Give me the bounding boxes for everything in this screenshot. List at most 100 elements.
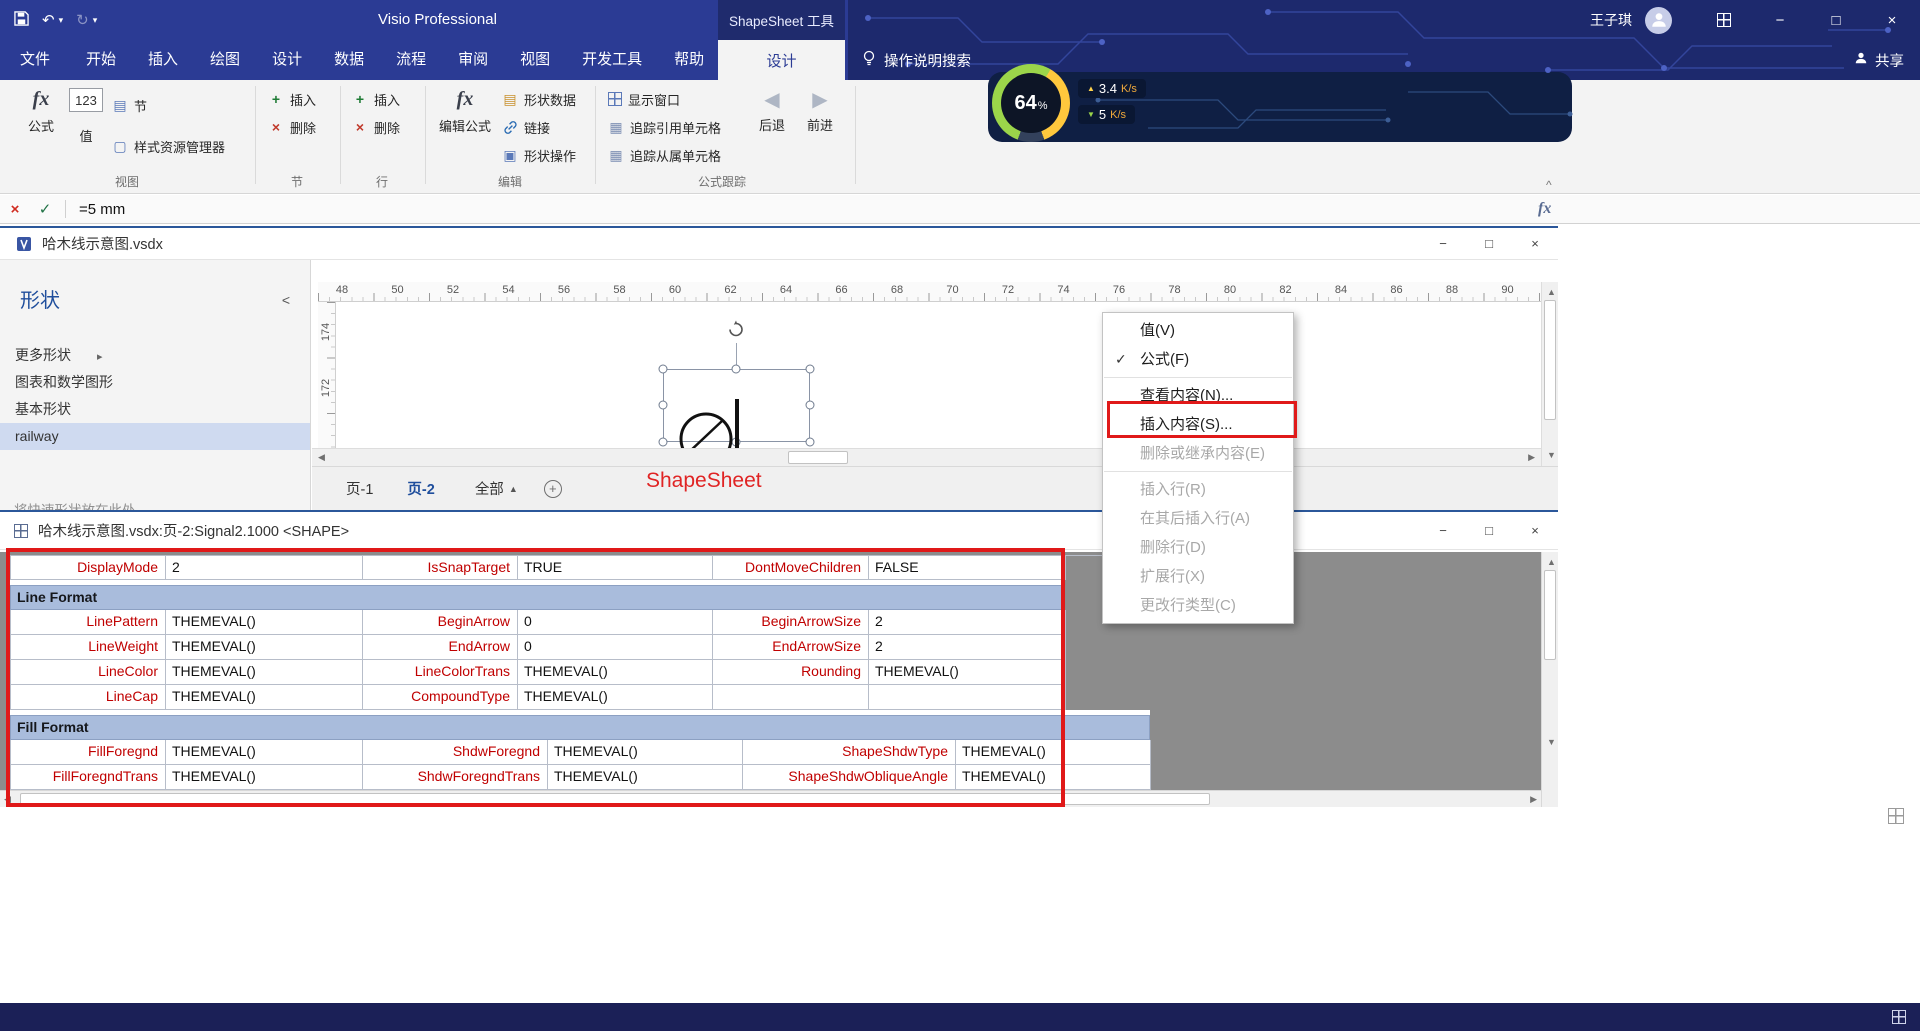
minimize-button[interactable]: − (1752, 0, 1808, 40)
accept-formula-icon[interactable]: ✓ (30, 200, 60, 218)
tab-shapesheet-design[interactable]: 设计 (718, 40, 845, 80)
switch-windows-icon[interactable] (1888, 808, 1904, 824)
shapesheet-cell-name[interactable]: LineWeight (11, 635, 166, 660)
show-window-button[interactable]: 显示窗口 (608, 88, 680, 110)
tell-me-search[interactable]: 操作说明搜索 (862, 40, 971, 80)
shapesheet-close-button[interactable]: × (1512, 512, 1558, 549)
menu-item-4[interactable]: 查看内容(N)... (1103, 381, 1293, 410)
shape-data-button[interactable]: ▤ 形状数据 (502, 88, 576, 110)
shapes-panel-item-4[interactable]: railway (0, 423, 310, 450)
shapesheet-horizontal-scrollbar[interactable]: ◀ ▶ (0, 790, 1541, 807)
scroll-down-icon[interactable]: ▼ (1547, 734, 1556, 751)
shapesheet-cell-value[interactable]: FALSE (869, 556, 1066, 580)
shapes-panel-item-1[interactable]: 更多形状 ▸ (0, 342, 310, 369)
shapesheet-cell-value[interactable]: 0 (518, 610, 713, 635)
shapesheet-window-titlebar[interactable]: 哈木线示意图.vsdx:页-2:Signal2.1000 <SHAPE> − □… (0, 512, 1558, 550)
shapesheet-cell-value[interactable]: THEMEVAL() (166, 610, 363, 635)
shapesheet-cell-name[interactable]: BeginArrowSize (713, 610, 869, 635)
save-icon[interactable] (14, 11, 29, 29)
shapesheet-cell-name[interactable]: LineCap (11, 685, 166, 710)
shapesheet-cell-value[interactable]: THEMEVAL() (548, 765, 743, 790)
section-insert-button[interactable]: + 插入 (268, 88, 316, 110)
shapesheet-minimize-button[interactable]: − (1420, 512, 1466, 549)
scroll-up-icon[interactable]: ▲ (1547, 554, 1556, 571)
undo-icon[interactable]: ↶ (42, 13, 55, 28)
scroll-left-icon[interactable]: ◀ (318, 449, 325, 466)
undo-dropdown-icon[interactable]: ▾ (59, 15, 64, 26)
doc-minimize-button[interactable]: − (1420, 228, 1466, 259)
ribbon-tab-4[interactable]: 设计 (256, 40, 318, 80)
avatar[interactable] (1645, 6, 1672, 34)
shapesheet-cell-name[interactable]: IsSnapTarget (363, 556, 518, 580)
menu-item-2[interactable]: 公式(F) ✓ (1103, 345, 1293, 374)
shapesheet-cell-name[interactable]: LinePattern (11, 610, 166, 635)
shapesheet-cell-name[interactable]: DisplayMode (11, 556, 166, 580)
shapesheet-cell-value[interactable]: THEMEVAL() (166, 765, 363, 790)
shapesheet-cell-name[interactable] (713, 685, 869, 710)
status-grid-icon[interactable] (1892, 1010, 1906, 1024)
shapesheet-vertical-scrollbar[interactable]: ▲ ▼ (1541, 552, 1558, 807)
shapesheet-cell-value[interactable]: THEMEVAL() (166, 740, 363, 765)
shapesheet-cell-value[interactable]: THEMEVAL() (166, 635, 363, 660)
cancel-formula-icon[interactable]: × (0, 201, 30, 218)
file-tab[interactable]: 文件 (0, 40, 70, 80)
shapesheet-cell-value[interactable] (869, 685, 1066, 710)
ribbon-display-options-button[interactable] (1696, 0, 1752, 40)
page-tab-2[interactable]: 页-2 (407, 478, 434, 499)
shapes-panel-item-2[interactable]: 图表和数学图形 (0, 369, 310, 396)
scrollbar-thumb[interactable] (788, 451, 848, 464)
shapesheet-cell-name[interactable]: CompoundType (363, 685, 518, 710)
shapesheet-cell-value[interactable]: THEMEVAL() (518, 685, 713, 710)
ribbon-tab-5[interactable]: 数据 (318, 40, 380, 80)
shapesheet-cell-value[interactable]: 2 (869, 635, 1066, 660)
signal-shape[interactable] (666, 391, 816, 448)
ribbon-tab-1[interactable]: 开始 (70, 40, 132, 80)
selection-handle[interactable] (658, 364, 668, 374)
maximize-button[interactable]: □ (1808, 0, 1864, 40)
shapes-panel-item-3[interactable]: 基本形状 (0, 396, 310, 423)
shapesheet-cell-value[interactable]: THEMEVAL() (166, 685, 363, 710)
row-insert-button[interactable]: + 插入 (352, 88, 400, 110)
canvas-horizontal-scrollbar[interactable]: ◀ ▶ (312, 448, 1541, 466)
shapesheet-cell-value[interactable]: TRUE (518, 556, 713, 580)
scrollbar-thumb[interactable] (1544, 570, 1556, 660)
formula-button[interactable]: fx 公式 (12, 88, 70, 135)
scroll-down-icon[interactable]: ▼ (1547, 447, 1556, 464)
shapesheet-maximize-button[interactable]: □ (1466, 512, 1512, 549)
shapesheet-cell-name[interactable]: DontMoveChildren (713, 556, 869, 580)
close-button[interactable]: × (1864, 0, 1920, 40)
shapesheet-cell-value[interactable]: THEMEVAL() (956, 765, 1151, 790)
collapse-ribbon-icon[interactable]: ^ (1546, 178, 1552, 192)
selection-handle[interactable] (731, 364, 741, 374)
ribbon-tab-10[interactable]: 帮助 (658, 40, 720, 80)
menu-item-1[interactable]: 值(V) (1103, 316, 1293, 345)
shapesheet-cell-name[interactable]: ShapeShdwObliqueAngle (743, 765, 956, 790)
shapesheet-cell-name[interactable]: LineColorTrans (363, 660, 518, 685)
shapesheet-cell-name[interactable]: ShdwForegndTrans (363, 765, 548, 790)
shapesheet-cell-name[interactable]: EndArrow (363, 635, 518, 660)
all-pages-button[interactable]: 全部 ▲ (475, 478, 518, 499)
canvas-vertical-scrollbar[interactable]: ▲ ▼ (1541, 282, 1558, 466)
shape-operations-button[interactable]: ▣ 形状操作 (502, 144, 576, 166)
trace-dependents-button[interactable]: ▦ 追踪从属单元格 (608, 144, 721, 166)
ribbon-tab-3[interactable]: 绘图 (194, 40, 256, 80)
formula-input[interactable]: =5 mm (79, 201, 125, 218)
shapesheet-cell-name[interactable]: LineColor (11, 660, 166, 685)
shapesheet-cell-value[interactable]: 0 (518, 635, 713, 660)
shapesheet-cell-name[interactable]: FillForegndTrans (11, 765, 166, 790)
row-delete-button[interactable]: × 删除 (352, 116, 400, 138)
sections-button[interactable]: ▤ 节 (112, 94, 147, 116)
scrollbar-thumb[interactable] (20, 793, 1210, 805)
collapse-shapes-panel-icon[interactable]: < (282, 292, 290, 308)
scroll-right-icon[interactable]: ▶ (1528, 449, 1535, 466)
shapesheet-cell-name[interactable]: EndArrowSize (713, 635, 869, 660)
page-tab-1[interactable]: 页-1 (346, 478, 373, 499)
value-button[interactable]: 123 值 (66, 88, 106, 145)
drawing-window-titlebar[interactable]: 哈木线示意图.vsdx − □ × (0, 228, 1558, 260)
doc-maximize-button[interactable]: □ (1466, 228, 1512, 259)
user-name[interactable]: 王子琪 (1590, 10, 1632, 30)
shapesheet-cell-value[interactable]: 2 (166, 556, 363, 580)
ribbon-tab-8[interactable]: 视图 (504, 40, 566, 80)
trace-precedents-button[interactable]: ▦ 追踪引用单元格 (608, 116, 721, 138)
section-delete-button[interactable]: × 删除 (268, 116, 316, 138)
